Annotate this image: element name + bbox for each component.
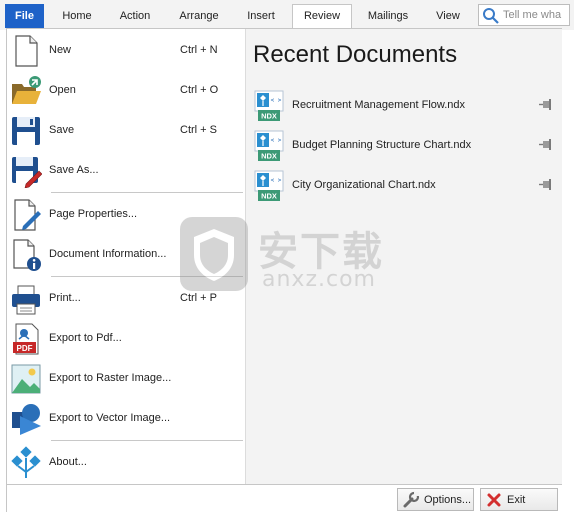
menu-item-label: Export to Pdf...	[49, 332, 122, 344]
backstage-menu: New Ctrl + N Open Ctrl + O Save Ctrl + S	[7, 29, 246, 484]
ndx-badge-label: NDX	[261, 112, 277, 121]
wrench-icon	[403, 491, 420, 508]
save-floppy-icon	[12, 117, 40, 145]
svg-text:< >: < >	[271, 137, 282, 144]
menu-divider	[51, 276, 243, 277]
menu-item-shortcut: Ctrl + N	[180, 44, 218, 56]
menu-divider	[51, 192, 243, 193]
tab-insert[interactable]: Insert	[236, 4, 286, 30]
raster-image-icon	[11, 364, 41, 394]
recent-document-name: Recruitment Management Flow.ndx	[292, 99, 466, 111]
menu-item-print[interactable]: Print... Ctrl + P	[7, 279, 246, 319]
tab-review[interactable]: Review	[292, 4, 352, 30]
menu-item-export-raster[interactable]: Export to Raster Image...	[7, 359, 246, 399]
vector-image-icon	[12, 404, 41, 435]
recent-documents-title: Recent Documents	[253, 41, 458, 68]
close-x-icon	[487, 493, 501, 507]
pin-icon[interactable]	[539, 138, 555, 152]
exit-button[interactable]: Exit	[480, 488, 558, 511]
menu-item-export-pdf[interactable]: PDF Export to Pdf...	[7, 319, 246, 359]
about-logo-icon	[11, 446, 41, 478]
recent-document-item[interactable]: < > NDX Budget Planning Structure Chart.…	[250, 129, 558, 165]
recent-document-name: City Organizational Chart.ndx	[292, 179, 436, 191]
tab-home[interactable]: Home	[52, 4, 102, 30]
options-button[interactable]: Options...	[397, 488, 474, 511]
recent-document-item[interactable]: < > NDX Recruitment Management Flow.ndx	[250, 89, 558, 125]
ndx-file-icon: < > NDX	[254, 130, 284, 161]
menu-item-shortcut: Ctrl + P	[180, 292, 217, 304]
menu-item-label: Document Information...	[49, 248, 167, 260]
recent-document-name: Budget Planning Structure Chart.ndx	[292, 139, 472, 151]
save-as-icon	[12, 157, 42, 188]
pin-icon[interactable]	[539, 178, 555, 192]
page-properties-icon	[14, 199, 41, 231]
document-information-icon	[13, 239, 41, 271]
open-folder-icon	[12, 76, 41, 104]
menu-item-label: New	[49, 44, 72, 56]
menu-item-label: Save As...	[49, 164, 99, 176]
search-icon	[483, 8, 499, 24]
menu-divider	[51, 440, 243, 441]
menu-item-page-properties[interactable]: Page Properties...	[7, 195, 246, 235]
ribbon-tab-bar: File Home Action Arrange Insert Review M…	[0, 0, 574, 30]
exit-button-label: Exit	[507, 494, 526, 506]
menu-item-export-vector[interactable]: Export to Vector Image...	[7, 399, 246, 439]
menu-item-shortcut: Ctrl + O	[180, 84, 219, 96]
backstage-view: New Ctrl + N Open Ctrl + O Save Ctrl + S	[6, 28, 562, 512]
svg-text:PDF: PDF	[17, 344, 33, 353]
menu-item-label: Export to Vector Image...	[49, 412, 171, 424]
menu-item-label: Open	[49, 84, 76, 96]
tab-arrange[interactable]: Arrange	[168, 4, 230, 30]
tab-view[interactable]: View	[424, 4, 472, 30]
menu-item-label: Save	[49, 124, 75, 136]
tab-mailings[interactable]: Mailings	[358, 4, 418, 30]
pin-icon[interactable]	[539, 98, 555, 112]
backstage-footer: Options... Exit	[7, 484, 562, 512]
tab-file[interactable]: File	[5, 4, 44, 28]
tell-me-search-box[interactable]	[478, 4, 570, 26]
recent-documents-panel: Recent Documents < > NDX Recruitment Man…	[246, 29, 562, 484]
menu-item-save-as[interactable]: Save As...	[7, 151, 246, 191]
tab-action[interactable]: Action	[108, 4, 162, 30]
printer-icon	[12, 285, 40, 315]
menu-item-document-information[interactable]: Document Information...	[7, 235, 246, 275]
pdf-icon: PDF	[13, 323, 39, 355]
menu-item-label: Export to Raster Image...	[49, 372, 172, 384]
options-button-label: Options...	[424, 494, 472, 506]
new-document-icon	[15, 35, 38, 67]
menu-item-label: Page Properties...	[49, 208, 138, 220]
tell-me-search-input[interactable]	[503, 7, 569, 23]
svg-text:< >: < >	[271, 177, 282, 184]
recent-document-item[interactable]: < > NDX City Organizational Chart.ndx	[250, 169, 558, 205]
menu-item-open[interactable]: Open Ctrl + O	[7, 71, 246, 111]
ndx-badge-label: NDX	[261, 152, 277, 161]
svg-text:< >: < >	[271, 97, 282, 104]
menu-item-about[interactable]: About...	[7, 443, 246, 483]
menu-item-label: Print...	[49, 292, 81, 304]
ndx-file-icon: < > NDX	[254, 90, 284, 121]
menu-item-shortcut: Ctrl + S	[180, 124, 217, 136]
menu-item-label: About...	[49, 456, 87, 468]
ndx-file-icon: < > NDX	[254, 170, 284, 201]
menu-item-save[interactable]: Save Ctrl + S	[7, 111, 246, 151]
menu-item-new[interactable]: New Ctrl + N	[7, 31, 246, 71]
ndx-badge-label: NDX	[261, 192, 277, 201]
